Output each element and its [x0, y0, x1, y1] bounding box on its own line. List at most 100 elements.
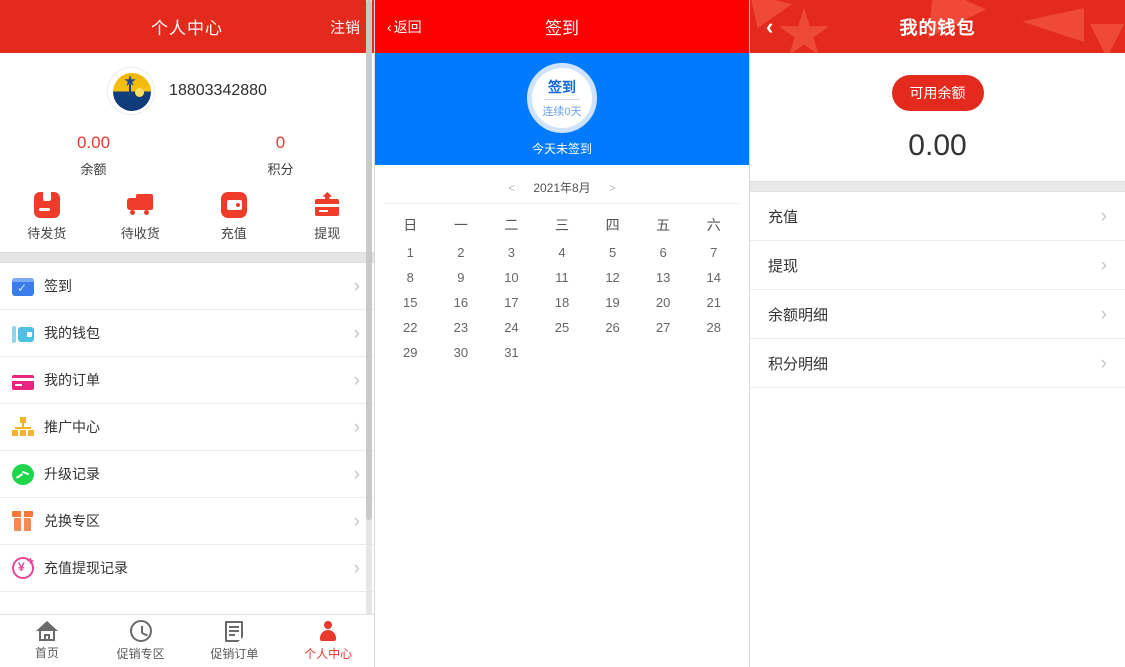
- calendar-day-cell[interactable]: 28: [688, 315, 739, 340]
- calendar-next-button[interactable]: >: [609, 181, 616, 195]
- calendar-weekday: 五: [656, 217, 671, 233]
- order-card-icon: [12, 374, 34, 390]
- calendar-day-cell[interactable]: 11: [537, 265, 588, 290]
- section-divider: [0, 252, 374, 263]
- calendar-day-cell[interactable]: 8: [385, 265, 436, 290]
- quick-action-pending-shipment[interactable]: 待发货: [0, 192, 94, 242]
- calendar-day-cell[interactable]: 26: [587, 315, 638, 340]
- panel-signin: ‹ 返回 签到 签到 连续0天 今天未签到 < 2021年8月 > 日 一 二 三 四 五…: [375, 0, 750, 667]
- wallet-menu-label: 积分明细: [768, 355, 829, 373]
- calendar-day-cell[interactable]: 21: [688, 290, 739, 315]
- calendar-grid: 日一二三四五六 1 2 3 4 5 6 7 8 9 10 11 12 13 14 15 16 17 18 19 20 21…: [385, 203, 739, 365]
- back-button[interactable]: ‹ 返回: [387, 17, 422, 37]
- calendar-day-cell[interactable]: 31: [486, 340, 537, 365]
- quick-action-label: 待发货: [27, 226, 67, 241]
- tab-home[interactable]: 首页: [0, 615, 94, 667]
- screenshot-root: 个人中心 注销 18803342880 0.00 余额 0 积分 待发货 待收货…: [0, 0, 1125, 667]
- stat-points[interactable]: 0 积分: [187, 133, 374, 178]
- back-button[interactable]: ‹: [766, 14, 773, 40]
- wallet-menu-label: 充值: [768, 208, 799, 226]
- calendar-day-cell[interactable]: 20: [638, 290, 689, 315]
- calendar-day-cell[interactable]: 22: [385, 315, 436, 340]
- quick-action-pending-receipt[interactable]: 待收货: [94, 192, 188, 242]
- calendar-month-label: 2021年8月: [533, 181, 591, 195]
- wallet-menu-item-balance-detail[interactable]: 余额明细 ›: [750, 290, 1125, 339]
- quick-action-label: 提现: [314, 226, 341, 241]
- quick-action-withdraw[interactable]: 提现: [281, 192, 375, 242]
- calendar-day-cell[interactable]: 15: [385, 290, 436, 315]
- menu-item-upgrade-records[interactable]: 升级记录 ›: [0, 451, 374, 498]
- calendar-weekday: 日: [403, 217, 418, 233]
- calendar-day-cell[interactable]: 13: [638, 265, 689, 290]
- chevron-right-icon: ›: [353, 416, 360, 438]
- stat-points-value: 0: [275, 133, 286, 152]
- calendar-prev-button[interactable]: <: [508, 181, 515, 195]
- calendar-day-cell[interactable]: 18: [537, 290, 588, 315]
- withdraw-card-icon: [314, 192, 340, 218]
- menu-item-label: 兑换专区: [44, 513, 100, 529]
- calendar-day-cell[interactable]: 14: [688, 265, 739, 290]
- wallet-menu-label: 余额明细: [768, 306, 829, 324]
- panel-my-wallet: ‹ 我的钱包 可用余额 0.00 充值 › 提现 › 余额明细 › 积分明细 ›: [750, 0, 1125, 667]
- chevron-right-icon: ›: [353, 322, 360, 344]
- tab-label: 个人中心: [304, 647, 353, 661]
- quick-action-recharge[interactable]: 充值: [187, 192, 281, 242]
- calendar-day-cell[interactable]: 25: [537, 315, 588, 340]
- calendar-day-cell[interactable]: 29: [385, 340, 436, 365]
- panel-personal-center: 个人中心 注销 18803342880 0.00 余额 0 积分 待发货 待收货…: [0, 0, 375, 667]
- signin-streak: 连续0天: [542, 106, 582, 118]
- wallet-menu-item-recharge[interactable]: 充值 ›: [750, 192, 1125, 241]
- calendar-weekday: 二: [504, 217, 519, 233]
- menu-item-label: 升级记录: [44, 466, 100, 482]
- profile-block: 18803342880: [0, 53, 374, 115]
- calendar-day-cell[interactable]: 27: [638, 315, 689, 340]
- scrollbar-thumb[interactable]: [366, 0, 372, 520]
- menu-list: 签到 › 我的钱包 › 我的订单 › 推广中心: [0, 263, 374, 592]
- available-balance-badge: 可用余额: [891, 75, 984, 111]
- menu-item-recharge-withdraw-records[interactable]: 充值提现记录 ›: [0, 545, 374, 592]
- calendar-day-cell[interactable]: 30: [436, 340, 487, 365]
- calendar-day-cell[interactable]: 24: [486, 315, 537, 340]
- wallet-menu-item-withdraw[interactable]: 提现 ›: [750, 241, 1125, 290]
- quick-action-label: 充值: [220, 226, 247, 241]
- calendar-day-cell[interactable]: 16: [436, 290, 487, 315]
- wallet-menu-label: 提现: [768, 257, 799, 275]
- menu-item-my-wallet[interactable]: 我的钱包 ›: [0, 310, 374, 357]
- calendar-day-cell[interactable]: 7: [688, 240, 739, 265]
- calendar-day-cell[interactable]: 4: [537, 240, 588, 265]
- tab-promo-orders[interactable]: 促销订单: [188, 615, 282, 667]
- calendar-day-cell[interactable]: 2: [436, 240, 487, 265]
- tab-personal-center[interactable]: 个人中心: [281, 615, 374, 667]
- calendar-day-cell[interactable]: 5: [587, 240, 638, 265]
- calendar-day-cell[interactable]: 23: [436, 315, 487, 340]
- calendar-day-cell[interactable]: 12: [587, 265, 638, 290]
- avatar[interactable]: [107, 67, 156, 115]
- tab-promo-zone[interactable]: 促销专区: [94, 615, 188, 667]
- calendar-weekday: 一: [453, 217, 468, 233]
- menu-item-signin[interactable]: 签到 ›: [0, 263, 374, 310]
- decorative-star-icon: [779, 8, 829, 53]
- calendar-day-cell[interactable]: 19: [587, 290, 638, 315]
- stat-balance[interactable]: 0.00 余额: [0, 133, 187, 178]
- calendar: < 2021年8月 > 日一二三四五六 1 2 3 4 5 6 7 8 9 10 11 12 13 14 15…: [375, 165, 749, 365]
- left-header: 个人中心 注销: [0, 0, 374, 53]
- calendar-check-icon: [12, 278, 34, 296]
- chevron-right-icon: ›: [353, 510, 360, 532]
- menu-item-my-orders[interactable]: 我的订单 ›: [0, 357, 374, 404]
- menu-item-exchange-zone[interactable]: 兑换专区 ›: [0, 498, 374, 545]
- calendar-day-cell[interactable]: 17: [486, 290, 537, 315]
- calendar-day-cell[interactable]: 10: [486, 265, 537, 290]
- signin-button[interactable]: 签到 连续0天: [527, 63, 597, 133]
- menu-item-promotion-center[interactable]: 推广中心 ›: [0, 404, 374, 451]
- calendar-day-cell[interactable]: 9: [436, 265, 487, 290]
- chevron-right-icon: ›: [1100, 352, 1107, 374]
- wallet-menu-item-points-detail[interactable]: 积分明细 ›: [750, 339, 1125, 388]
- stat-balance-value: 0.00: [76, 133, 111, 152]
- avatar-sun-shape: [135, 88, 145, 97]
- calendar-day-cell[interactable]: 6: [638, 240, 689, 265]
- globe-avatar-icon: [113, 73, 152, 111]
- logout-button[interactable]: 注销: [330, 16, 360, 37]
- menu-item-label: 我的订单: [44, 372, 100, 388]
- calendar-day-cell[interactable]: 3: [486, 240, 537, 265]
- calendar-day-cell[interactable]: 1: [385, 240, 436, 265]
